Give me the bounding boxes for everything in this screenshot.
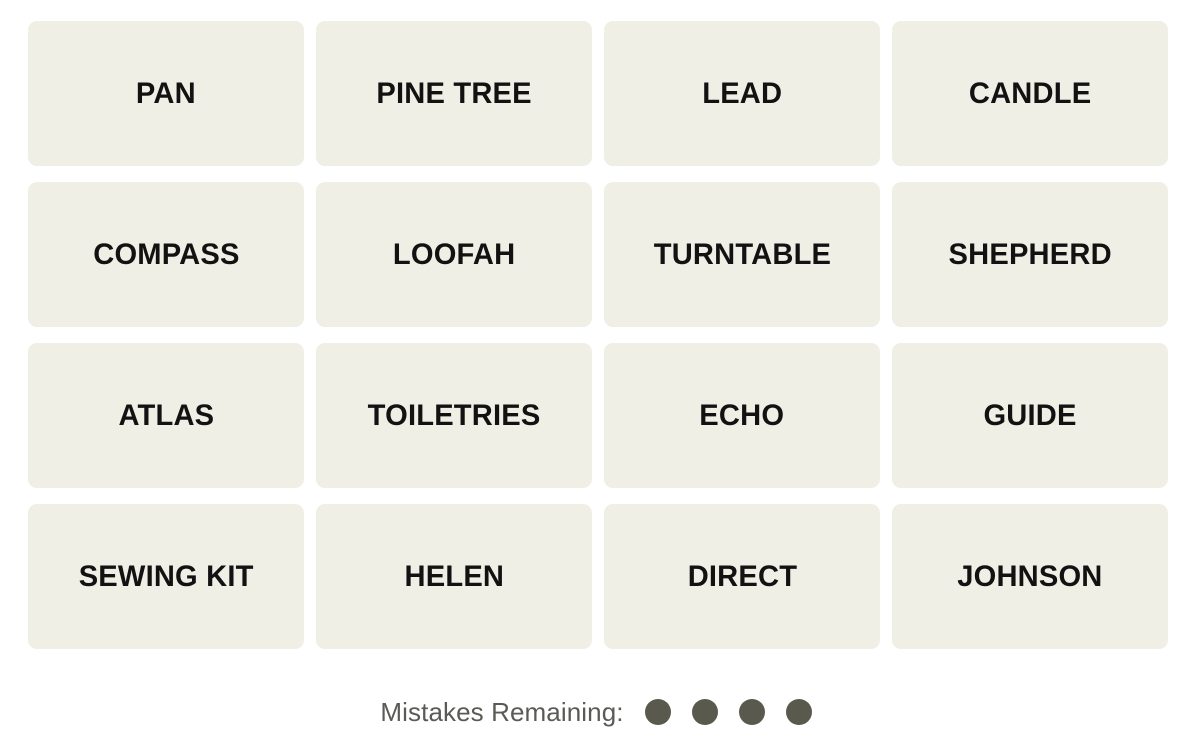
- word-tile[interactable]: JOHNSON: [892, 504, 1168, 649]
- word-tile-label: SHEPHERD: [948, 237, 1112, 271]
- word-tile-label: DIRECT: [687, 559, 797, 593]
- mistake-dot-icon: [691, 699, 718, 725]
- mistake-dot-icon: [644, 699, 671, 725]
- word-tile-label: JOHNSON: [957, 559, 1103, 593]
- word-tile-label: SEWING KIT: [78, 559, 254, 593]
- word-tile-label: GUIDE: [983, 398, 1077, 432]
- word-tile[interactable]: TOILETRIES: [316, 343, 592, 488]
- word-tile-label: PAN: [136, 76, 196, 110]
- mistake-dot-icon: [738, 699, 765, 725]
- word-tile[interactable]: GUIDE: [892, 343, 1168, 488]
- word-tile[interactable]: LOOFAH: [316, 182, 592, 327]
- word-tile[interactable]: PINE TREE: [316, 21, 592, 166]
- word-tile[interactable]: TURNTABLE: [604, 182, 880, 327]
- word-tile[interactable]: DIRECT: [604, 504, 880, 649]
- mistake-dot-icon: [785, 699, 812, 725]
- connections-game-board: PAN PINE TREE LEAD CANDLE COMPASS LOOFAH…: [0, 0, 1192, 750]
- word-tile[interactable]: ATLAS: [28, 343, 304, 488]
- word-tile[interactable]: HELEN: [316, 504, 592, 649]
- word-tile-label: HELEN: [404, 559, 504, 593]
- word-tile-label: PINE TREE: [376, 76, 532, 110]
- word-tile[interactable]: PAN: [28, 21, 304, 166]
- mistakes-remaining-row: Mistakes Remaining:: [0, 692, 1192, 732]
- word-tile[interactable]: SEWING KIT: [28, 504, 304, 649]
- word-tile-grid: PAN PINE TREE LEAD CANDLE COMPASS LOOFAH…: [28, 21, 1168, 649]
- word-tile[interactable]: ECHO: [604, 343, 880, 488]
- word-tile-label: TURNTABLE: [653, 237, 831, 271]
- word-tile-label: TOILETRIES: [367, 398, 541, 432]
- word-tile-label: ATLAS: [118, 398, 214, 432]
- mistakes-remaining-dots: [644, 699, 812, 725]
- word-tile[interactable]: CANDLE: [892, 21, 1168, 166]
- word-tile-label: CANDLE: [968, 76, 1092, 110]
- word-tile-label: LEAD: [702, 76, 782, 110]
- word-tile[interactable]: SHEPHERD: [892, 182, 1168, 327]
- mistakes-remaining-label: Mistakes Remaining:: [380, 697, 624, 727]
- word-tile[interactable]: LEAD: [604, 21, 880, 166]
- word-tile-label: ECHO: [699, 398, 785, 432]
- word-tile[interactable]: COMPASS: [28, 182, 304, 327]
- word-tile-label: COMPASS: [92, 237, 240, 271]
- word-tile-label: LOOFAH: [392, 237, 516, 271]
